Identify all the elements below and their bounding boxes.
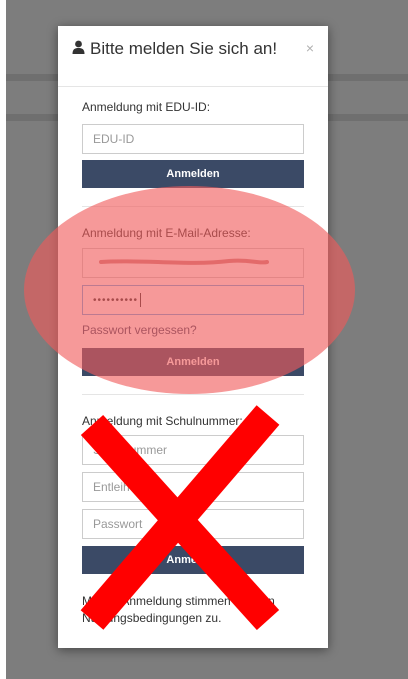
password-field[interactable]: •••••••••• (82, 285, 304, 315)
email-login-button[interactable]: Anmelden (82, 348, 304, 376)
section-divider (82, 394, 304, 395)
edu-id-input[interactable] (82, 124, 304, 154)
section-divider (82, 206, 304, 207)
user-icon (72, 39, 85, 59)
modal-header: Bitte melden Sie sich an! × (58, 26, 328, 87)
text-cursor (140, 293, 142, 307)
school-password-input[interactable] (82, 509, 304, 539)
edu-id-login-button[interactable]: Anmelden (82, 160, 304, 188)
school-login-button[interactable]: Anmelden (82, 546, 304, 574)
school-number-label: Anmeldung mit Schulnummer: (82, 414, 243, 428)
modal-title-text: Bitte melden Sie sich an! (90, 39, 278, 58)
email-field[interactable] (82, 248, 304, 278)
modal-title: Bitte melden Sie sich an! (72, 39, 277, 59)
email-login-label: Anmeldung mit E-Mail-Adresse: (82, 226, 251, 240)
edu-id-label: Anmeldung mit EDU-ID: (82, 100, 211, 114)
school-number-input[interactable] (82, 435, 304, 465)
login-modal: Bitte melden Sie sich an! × Anmeldung mi… (58, 26, 328, 648)
forgot-password-link[interactable]: Passwort vergessen? (82, 323, 197, 337)
redacted-email-mark (99, 258, 269, 265)
password-field-value: •••••••••• (93, 294, 139, 306)
close-icon[interactable]: × (306, 40, 314, 56)
lending-id-input[interactable] (82, 472, 304, 502)
terms-note: Mit der Anmeldung stimmen Sie den Nutzun… (82, 594, 275, 625)
